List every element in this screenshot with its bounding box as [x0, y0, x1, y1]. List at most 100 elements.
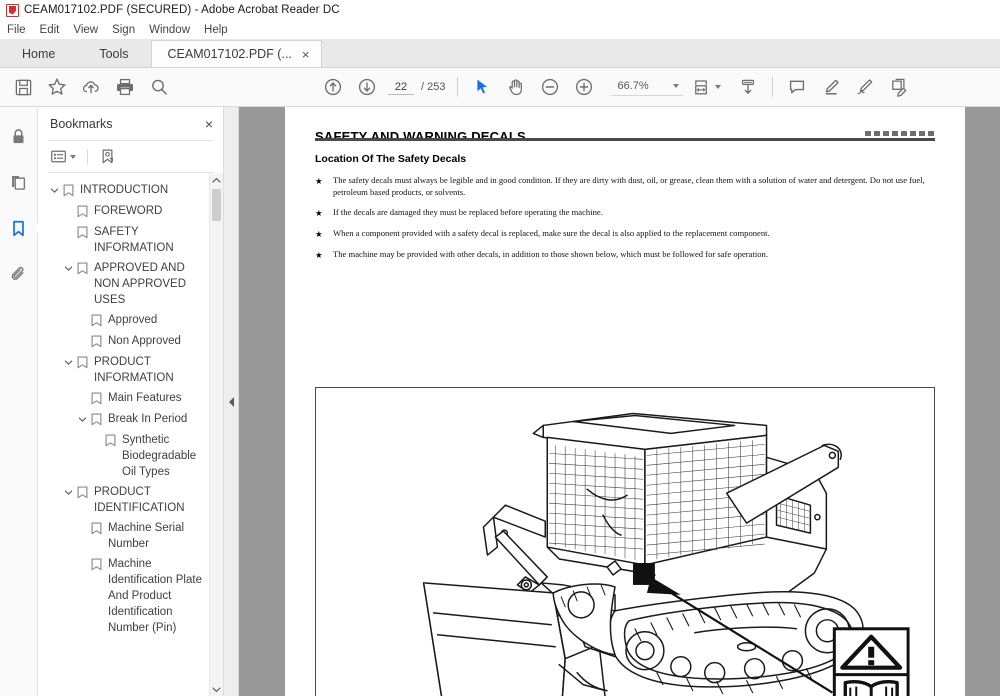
bookmark-label: PRODUCT IDENTIFICATION	[94, 486, 185, 514]
sign-icon[interactable]	[848, 70, 882, 104]
menu-window[interactable]: Window	[149, 24, 199, 36]
menu-sign[interactable]: Sign	[112, 24, 144, 36]
chevron-down-icon	[673, 84, 680, 88]
header-rule	[315, 138, 935, 141]
search-icon[interactable]	[142, 70, 176, 104]
bookmark-item[interactable]: Approved	[38, 310, 223, 331]
twisty-placeholder	[76, 520, 89, 524]
bullet-text: The safety decals must always be legible…	[333, 175, 925, 197]
bookmarks-title: Bookmarks	[50, 117, 113, 131]
bullet-text: If the decals are damaged they must be r…	[333, 207, 603, 217]
bookmark-icon	[89, 390, 103, 405]
new-bookmark-icon[interactable]	[99, 148, 116, 165]
bookmarks-icon[interactable]	[4, 213, 34, 243]
star-bullet-icon: ★	[315, 229, 323, 239]
bookmarks-scrollbar[interactable]	[209, 173, 223, 696]
previous-page-icon[interactable]	[316, 70, 350, 104]
next-page-icon[interactable]	[350, 70, 384, 104]
chevron-down-icon[interactable]	[62, 260, 75, 273]
hand-tool-icon[interactable]	[499, 70, 533, 104]
chevron-down-icon	[70, 154, 76, 159]
twisty-placeholder	[76, 390, 89, 394]
twisty-placeholder	[62, 224, 75, 228]
bookmarks-header: Bookmarks ×	[38, 107, 223, 140]
zoom-in-icon[interactable]	[567, 70, 601, 104]
save-icon[interactable]	[6, 70, 40, 104]
title-bar: CEAM017102.PDF (SECURED) - Adobe Acrobat…	[0, 0, 1000, 21]
bookmark-icon	[75, 260, 89, 275]
zoom-level-dropdown[interactable]: 66.7%	[611, 78, 684, 96]
page-total-label: / 253	[421, 81, 446, 93]
scrollbar-thumb[interactable]	[212, 189, 221, 221]
bookmark-label: Non Approved	[108, 335, 181, 347]
bookmark-item[interactable]: FOREWORD	[38, 201, 223, 222]
bookmark-item[interactable]: Break In Period	[38, 409, 223, 430]
chevron-down-icon[interactable]	[62, 354, 75, 367]
workspace: Bookmarks × INTRODUCTION FOREWORD SAFETY I…	[0, 107, 1000, 696]
scroll-up-arrow-icon[interactable]	[210, 173, 223, 187]
menu-file[interactable]: File	[7, 24, 35, 36]
bookmark-item[interactable]: Synthetic Biodegradable Oil Types	[38, 430, 223, 482]
skid-steer-loader-illustration	[422, 412, 910, 696]
close-icon[interactable]: ×	[205, 117, 213, 131]
tab-document-label: CEAM017102.PDF (...	[167, 47, 292, 61]
bookmark-item[interactable]: PRODUCT INFORMATION	[38, 352, 223, 388]
select-cursor-icon[interactable]	[465, 70, 499, 104]
chevron-down-icon[interactable]	[76, 411, 89, 424]
bookmark-item[interactable]: Main Features	[38, 388, 223, 409]
bookmark-item[interactable]: Non Approved	[38, 331, 223, 352]
bookmark-item[interactable]: Machine Serial Number	[38, 518, 223, 554]
safety-decal-symbols	[832, 627, 910, 696]
bullet-list: ★ The safety decals must always be legib…	[315, 175, 935, 261]
window-title: CEAM017102.PDF (SECURED) - Adobe Acrobat…	[24, 4, 340, 16]
bookmark-item[interactable]: INTRODUCTION	[38, 180, 223, 201]
page-thumbnails-icon[interactable]	[4, 167, 34, 197]
stamp-icon[interactable]	[882, 70, 916, 104]
tab-document[interactable]: CEAM017102.PDF (... ×	[150, 40, 323, 67]
scroll-down-arrow-icon[interactable]	[210, 682, 223, 696]
menu-edit[interactable]: Edit	[40, 24, 69, 36]
tab-tools[interactable]: Tools	[77, 40, 151, 67]
highlight-pen-icon[interactable]	[814, 70, 848, 104]
menu-bar: File Edit View Sign Window Help	[0, 21, 1000, 39]
page-scroll-icon[interactable]	[731, 70, 765, 104]
bookmark-icon	[61, 182, 75, 197]
chevron-down-icon[interactable]	[48, 182, 61, 195]
attachments-paperclip-icon[interactable]	[4, 259, 34, 289]
star-bullet-icon: ★	[315, 250, 323, 260]
document-viewer[interactable]: SAFETY AND WARNING DECALS Location Of Th…	[239, 107, 1000, 696]
menu-help[interactable]: Help	[204, 24, 237, 36]
tab-home[interactable]: Home	[0, 40, 78, 67]
security-lock-icon[interactable]	[4, 121, 34, 151]
bookmark-icon	[75, 484, 89, 499]
page-number-input[interactable]	[388, 79, 414, 95]
bookmark-label: Synthetic Biodegradable Oil Types	[122, 434, 197, 478]
navigation-rail	[0, 107, 38, 696]
comment-icon[interactable]	[780, 70, 814, 104]
tab-close-icon[interactable]: ×	[300, 48, 312, 61]
bookmark-tree[interactable]: INTRODUCTION FOREWORD SAFETY INFORMATION AP…	[38, 173, 223, 696]
bookmark-options-icon[interactable]	[50, 148, 76, 165]
bookmark-item[interactable]: APPROVED AND NON APPROVED USES	[38, 258, 223, 310]
print-icon[interactable]	[108, 70, 142, 104]
twisty-placeholder	[76, 333, 89, 337]
zoom-level-value: 66.7%	[617, 80, 649, 92]
bookmark-label: Machine Identification Plate And Product…	[108, 558, 202, 634]
bookmark-label: Break In Period	[108, 413, 188, 425]
figure-machine-diagram: SK1800T4	[315, 387, 935, 696]
bullet-text: When a component provided with a safety …	[333, 228, 770, 238]
cloud-upload-icon[interactable]	[74, 70, 108, 104]
bookmark-label: FOREWORD	[94, 205, 163, 217]
fit-page-chevron-icon[interactable]	[715, 85, 722, 89]
chevron-down-icon[interactable]	[62, 484, 75, 497]
panel-collapse-handle[interactable]	[224, 107, 239, 696]
zoom-out-icon[interactable]	[533, 70, 567, 104]
bookmark-item[interactable]: PRODUCT IDENTIFICATION	[38, 482, 223, 518]
star-bullet-icon: ★	[315, 208, 323, 218]
menu-view[interactable]: View	[73, 24, 107, 36]
fit-page-icon[interactable]	[689, 70, 723, 104]
bookmark-item[interactable]: SAFETY INFORMATION	[38, 222, 223, 258]
star-icon[interactable]	[40, 70, 74, 104]
divider	[87, 148, 88, 165]
bookmark-item[interactable]: Machine Identification Plate And Product…	[38, 554, 223, 638]
